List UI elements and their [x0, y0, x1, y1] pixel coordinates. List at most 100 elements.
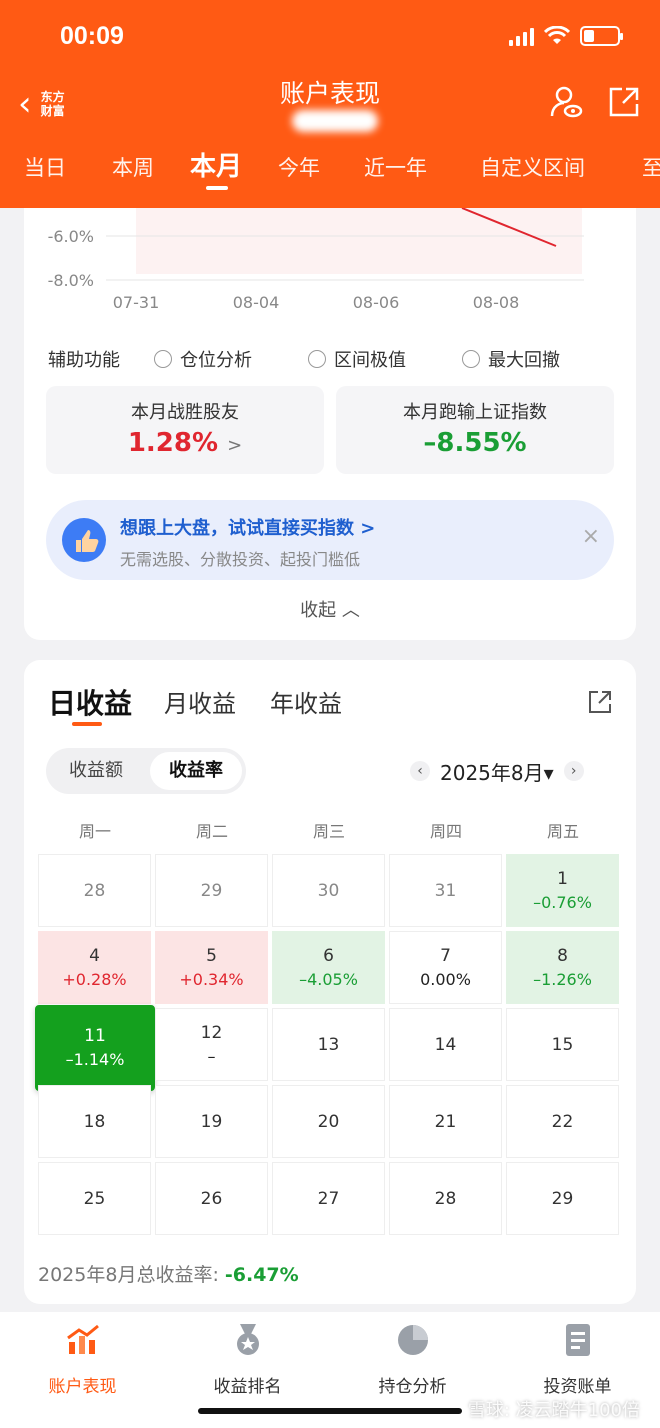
calendar-day-cell[interactable]: 26 — [155, 1162, 268, 1235]
nav-account-performance[interactable]: 账户表现 — [0, 1322, 165, 1397]
calendar-day-cell[interactable]: 12 – — [155, 1008, 268, 1081]
x-tick-label: 07-31 — [113, 293, 160, 312]
tab-year[interactable]: 今年 — [278, 152, 320, 182]
x-tick-label: 08-04 — [233, 293, 280, 312]
profit-card: 日收益 月收益 年收益 收益额 收益率 ‹ 2025年8月▾ › 周一 周二 周… — [24, 660, 636, 1304]
share-icon[interactable] — [586, 688, 614, 716]
day-number: 31 — [434, 881, 457, 901]
nav-profit-ranking[interactable]: 收益排名 — [165, 1322, 330, 1397]
tab-daily-profit[interactable]: 日收益 — [48, 682, 132, 722]
index-promo-banner[interactable]: 想跟上大盘，试试直接买指数 > 无需选股、分散投资、起投门槛低 × — [46, 500, 614, 580]
weekday-label: 周五 — [546, 822, 579, 841]
day-return: 0.00% — [420, 970, 471, 989]
tab-more[interactable]: 至 — [642, 152, 660, 182]
status-icons — [509, 26, 623, 46]
day-number: 30 — [317, 881, 340, 901]
watermark: 雪球: 凌云踏牛100倍 — [467, 1400, 640, 1421]
calendar-day-cell[interactable]: 14 — [389, 1008, 502, 1081]
collapse-button[interactable]: 收起 ︿ — [24, 596, 636, 622]
weekday-label: 周二 — [195, 822, 228, 841]
day-number: 12 — [200, 1023, 223, 1043]
weekday-label: 周四 — [429, 822, 462, 841]
calendar-day-cell[interactable]: 30 — [272, 854, 385, 927]
calendar-day-cell[interactable]: 31 — [389, 854, 502, 927]
calendar-day-cell[interactable]: 15 — [506, 1008, 619, 1081]
calendar-day-cell[interactable]: 13 — [272, 1008, 385, 1081]
prev-month-button[interactable]: ‹ — [410, 761, 430, 781]
promo-subtitle: 无需选股、分散投资、起投门槛低 — [120, 550, 361, 569]
tab-week[interactable]: 本周 — [112, 152, 154, 182]
radio-circle-icon — [154, 350, 172, 368]
radio-max-drawdown[interactable]: 最大回撤 — [462, 346, 560, 372]
tab-today[interactable]: 当日 — [24, 152, 66, 182]
day-number: 13 — [317, 1035, 340, 1055]
weekday-label: 周三 — [312, 822, 345, 841]
calendar-day-cell[interactable]: 25 — [38, 1162, 151, 1235]
calendar-day-cell[interactable]: 6 –4.05% — [272, 931, 385, 1004]
day-number: 4 — [89, 946, 100, 966]
day-number: 28 — [83, 881, 106, 901]
x-tick-label: 08-08 — [473, 293, 520, 312]
day-number: 1 — [557, 869, 568, 889]
cellular-signal-icon — [509, 26, 534, 46]
radio-label: 区间极值 — [334, 350, 406, 371]
aux-label: 辅助功能 — [48, 350, 120, 371]
document-icon — [565, 1324, 590, 1356]
battery-icon — [580, 26, 623, 46]
calendar-day-cell[interactable]: 29 — [155, 854, 268, 927]
calendar-day-cell[interactable]: 8 –1.26% — [506, 931, 619, 1004]
radio-position-analysis[interactable]: 仓位分析 — [154, 346, 252, 372]
day-return: –0.76% — [533, 893, 592, 912]
nav-label: 收益排名 — [213, 1377, 282, 1397]
tab-last-year[interactable]: 近一年 — [364, 152, 427, 182]
close-icon[interactable]: × — [582, 524, 600, 549]
radio-label: 仓位分析 — [180, 350, 252, 371]
calendar-day-cell[interactable]: 7 0.00% — [389, 931, 502, 1004]
stat-value: –8.55% — [423, 428, 527, 458]
stat-value: 1.28% > — [46, 428, 324, 458]
beat-peers-stat[interactable]: 本月战胜股友 1.28% > — [46, 386, 324, 474]
radio-range-extreme[interactable]: 区间极值 — [308, 346, 406, 372]
calendar-day-cell[interactable]: 1 –0.76% — [506, 854, 619, 927]
period-tabs: 当日 本周 本月 今年 近一年 自定义区间 至 — [0, 146, 660, 190]
nav-holding-analysis[interactable]: 持仓分析 — [330, 1322, 495, 1397]
month-total: 2025年8月总收益率: -6.47% — [38, 1260, 299, 1287]
next-month-button[interactable]: › — [563, 761, 584, 781]
tab-monthly-profit[interactable]: 月收益 — [164, 684, 236, 719]
calendar-day-cell[interactable]: 28 — [389, 1162, 502, 1235]
stat-value-text: 1.28% — [127, 428, 219, 458]
calendar-day-cell[interactable]: 19 — [155, 1085, 268, 1158]
day-number: 29 — [200, 881, 223, 901]
calendar-day-cell[interactable]: 5 +0.34% — [155, 931, 268, 1004]
day-number: 15 — [551, 1035, 574, 1055]
day-return: +0.34% — [179, 970, 244, 989]
day-number: 21 — [434, 1112, 457, 1132]
stat-label: 本月战胜股友 — [131, 402, 239, 423]
calendar-day-cell[interactable]: 11 –1.14% — [35, 1005, 155, 1091]
user-view-icon[interactable] — [548, 84, 584, 120]
calendar-day-cell[interactable]: 4 +0.28% — [38, 931, 151, 1004]
tab-yearly-profit[interactable]: 年收益 — [270, 684, 342, 719]
share-icon[interactable] — [606, 84, 642, 120]
day-number: 7 — [440, 946, 451, 966]
total-value: -6.47% — [224, 1264, 299, 1286]
weekday-header: 周一 周二 周三 周四 周五 — [38, 818, 622, 841]
calendar-day-cell[interactable]: 21 — [389, 1085, 502, 1158]
month-dropdown[interactable]: 2025年8月▾ — [440, 757, 554, 786]
calendar-day-cell[interactable]: 28 — [38, 854, 151, 927]
tab-custom-range[interactable]: 自定义区间 — [480, 152, 585, 182]
calendar-day-cell[interactable]: 18 — [38, 1085, 151, 1158]
calendar-day-cell[interactable]: 27 — [272, 1162, 385, 1235]
day-return: –4.05% — [299, 970, 358, 989]
calendar-day-cell[interactable]: 20 — [272, 1085, 385, 1158]
nav-investment-bill[interactable]: 投资账单 — [495, 1322, 660, 1397]
segment-profit-amount[interactable]: 收益额 — [50, 752, 142, 790]
day-number: 29 — [551, 1189, 574, 1209]
tab-month[interactable]: 本月 — [190, 146, 242, 183]
medal-icon — [236, 1324, 259, 1355]
calendar-day-cell[interactable]: 22 — [506, 1085, 619, 1158]
calendar-day-cell[interactable]: 29 — [506, 1162, 619, 1235]
segment-profit-rate[interactable]: 收益率 — [150, 752, 242, 790]
day-number: 22 — [551, 1112, 574, 1132]
day-number: 14 — [434, 1035, 457, 1055]
